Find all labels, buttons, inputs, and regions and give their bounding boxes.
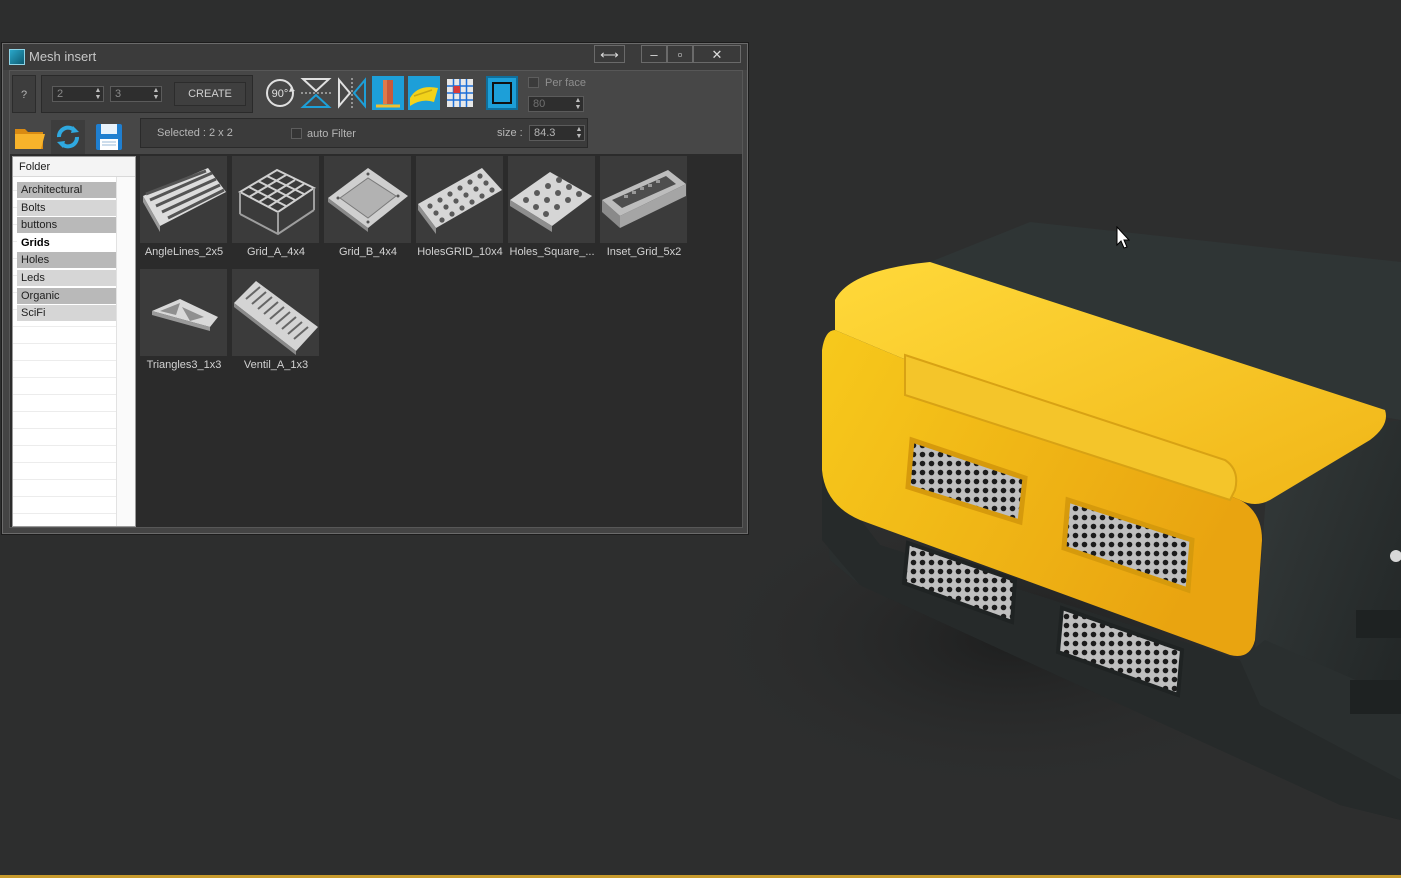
size-value: 84.3 <box>534 127 556 139</box>
maximize-button[interactable]: ▫ <box>667 45 693 63</box>
thumbnail-triangles[interactable] <box>140 269 227 356</box>
mesh-insert-window[interactable]: Mesh insert ⟷ – ▫ ✕ ? 2 ▲ ▼ 3 ▲ ▼ CREATE… <box>2 43 748 534</box>
close-icon: ✕ <box>711 47 723 62</box>
size-label: size : <box>497 127 523 139</box>
folder-list: Architectural Bolts buttons Grids Holes … <box>17 182 117 323</box>
mouse-cursor-icon <box>1116 225 1131 255</box>
spinner-arrows-icon[interactable]: ▲ ▼ <box>94 87 102 101</box>
title-bar[interactable]: Mesh insert ⟷ – ▫ ✕ <box>3 44 747 70</box>
auto-filter-checkbox[interactable] <box>291 128 302 139</box>
folder-item-buttons[interactable]: buttons <box>17 217 117 234</box>
thumbnail-label: Holes_Square_... <box>509 246 595 258</box>
maximize-icon: ▫ <box>677 47 683 62</box>
folder-item-holes[interactable]: Holes <box>17 252 117 269</box>
rows-spinner[interactable]: 2 ▲ ▼ <box>52 86 104 102</box>
thumbnail-holes-square[interactable] <box>508 156 595 243</box>
double-arrow-icon: ⟷ <box>600 47 619 62</box>
size-spinner[interactable]: 84.3 ▲ ▼ <box>529 125 585 141</box>
thumbnail-grid-b[interactable] <box>324 156 411 243</box>
thumbnail-grid: AngleLines_2x5 Grid_A_4x4 Grid_B_4x4 Hol… <box>140 156 740 526</box>
folder-item-scifi[interactable]: SciFi <box>17 305 117 322</box>
thumbnail-label: Inset_Grid_5x2 <box>606 246 682 258</box>
thumbnail-ventil[interactable] <box>232 269 319 356</box>
window-content: ? 2 ▲ ▼ 3 ▲ ▼ CREATE 90° Per face 80 ▲ ▼… <box>9 70 743 528</box>
close-button[interactable]: ✕ <box>693 45 741 63</box>
folder-item-leds[interactable]: Leds <box>17 269 117 286</box>
folder-header: Folder <box>13 157 135 177</box>
folder-item-architectural[interactable]: Architectural <box>17 182 117 198</box>
spinner-arrows-icon[interactable]: ▲ ▼ <box>575 126 583 140</box>
flip-vertical-icon <box>300 78 332 108</box>
flip-horizontal-button[interactable] <box>336 76 368 110</box>
open-folder-button[interactable] <box>12 120 46 154</box>
per-face-checkbox[interactable] <box>528 77 539 88</box>
conform-surface-icon <box>410 87 438 106</box>
filter-bar: Selected : 2 x 2 auto Filter size : 84.3… <box>140 118 588 148</box>
thumbnail-label: Triangles3_1x3 <box>146 359 222 371</box>
cols-spinner[interactable]: 3 ▲ ▼ <box>110 86 162 102</box>
spinner-arrows-icon[interactable]: ▲ ▼ <box>152 87 160 101</box>
folder-scrollbar[interactable] <box>116 177 135 526</box>
refresh-icon <box>57 125 79 149</box>
thumbnail-angle-lines[interactable] <box>140 156 227 243</box>
toolbar-panel: ? 2 ▲ ▼ 3 ▲ ▼ CREATE 90° Per face 80 ▲ ▼… <box>10 71 742 154</box>
holes-square-icon <box>510 172 592 232</box>
create-button[interactable]: CREATE <box>174 82 246 106</box>
minimize-button[interactable]: – <box>641 45 667 63</box>
spinner-arrows-icon[interactable]: ▲ ▼ <box>574 97 582 111</box>
extrude-icon <box>376 80 400 108</box>
rotate-90-icon: 90° <box>266 79 295 107</box>
grid-align-button[interactable] <box>444 76 476 110</box>
grid-a-icon <box>237 168 317 236</box>
triangles-icon <box>152 299 218 331</box>
inset-grid-icon <box>602 170 686 228</box>
border-frame-button[interactable] <box>486 76 518 110</box>
flip-horizontal-icon <box>338 77 366 109</box>
grid-size-group: 2 ▲ ▼ 3 ▲ ▼ CREATE <box>41 75 253 113</box>
thumbnail-label: Grid_A_4x4 <box>246 246 306 258</box>
conform-surface-button[interactable] <box>408 76 440 110</box>
folder-icon <box>15 129 45 149</box>
folder-item-organic[interactable]: Organic <box>17 287 117 304</box>
save-button[interactable] <box>92 120 126 154</box>
rotate-90-button[interactable]: 90° <box>264 76 296 110</box>
grid-align-icon <box>447 79 473 107</box>
per-face-label: Per face <box>545 77 586 89</box>
thumbnail-holes-grid[interactable] <box>416 156 503 243</box>
auto-filter-label: auto Filter <box>307 128 356 140</box>
thumbnail-inset-grid[interactable] <box>600 156 687 243</box>
flip-vertical-button[interactable] <box>300 76 332 110</box>
refresh-button[interactable] <box>51 120 85 154</box>
holes-grid-icon <box>418 168 502 234</box>
expand-button[interactable]: ⟷ <box>594 45 625 63</box>
thumbnail-label: Grid_B_4x4 <box>338 246 398 258</box>
selected-count: Selected : 2 x 2 <box>157 127 233 139</box>
thumbnail-grid-a[interactable] <box>232 156 319 243</box>
per-face-spinner[interactable]: 80 ▲ ▼ <box>528 96 584 112</box>
angle-lines-icon <box>143 168 226 232</box>
rows-value: 2 <box>57 88 64 100</box>
ventil-icon <box>234 281 318 355</box>
thumbnail-label: AngleLines_2x5 <box>144 246 224 258</box>
app-icon <box>9 49 25 65</box>
folder-item-grids[interactable]: Grids <box>17 234 117 251</box>
thumbnail-label: HolesGRID_10x4 <box>417 246 503 258</box>
minimize-icon: – <box>650 47 658 62</box>
frame-icon <box>492 82 512 104</box>
extrude-button[interactable] <box>372 76 404 110</box>
save-icon <box>96 124 122 150</box>
folder-item-bolts[interactable]: Bolts <box>17 199 117 216</box>
help-button[interactable]: ? <box>12 75 36 113</box>
window-title: Mesh insert <box>29 49 97 64</box>
grid-b-icon <box>328 168 408 232</box>
thumbnail-label: Ventil_A_1x3 <box>243 359 309 371</box>
cols-value: 3 <box>115 88 122 100</box>
folder-list-panel[interactable]: Folder Architectural Bolts buttons Grids… <box>12 156 136 527</box>
per-face-value: 80 <box>533 98 546 110</box>
rotate-90-text: 90° <box>272 88 289 100</box>
